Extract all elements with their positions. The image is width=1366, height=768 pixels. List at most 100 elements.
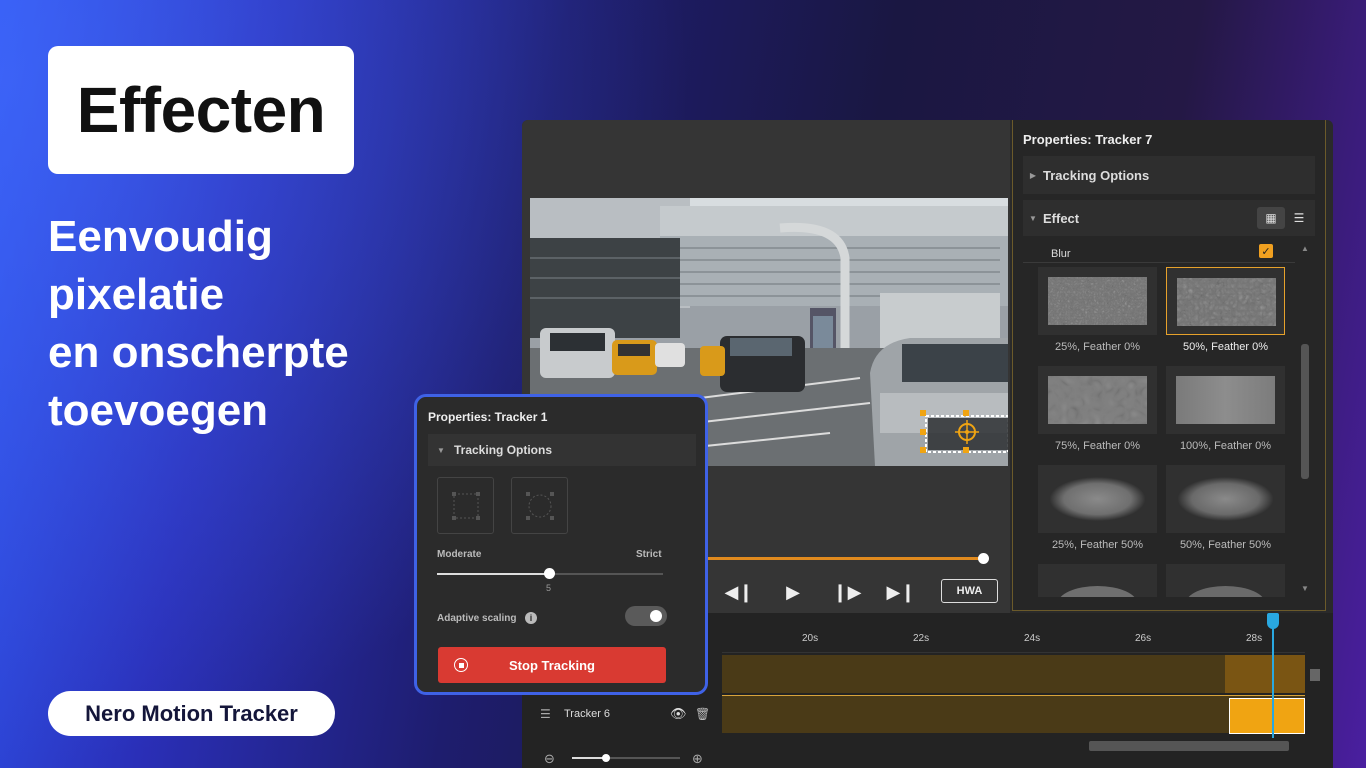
scroll-thumb[interactable] xyxy=(1310,669,1320,681)
scroll-thumb[interactable] xyxy=(1301,344,1309,479)
properties-title: Properties: Tracker 7 xyxy=(1023,132,1153,147)
stop-tracking-label: Stop Tracking xyxy=(509,657,595,673)
stop-icon xyxy=(454,658,468,672)
effect-presets-grid: 25%, Feather 0% 50%, Feather 0% 75%, Fea… xyxy=(1023,267,1293,597)
hero-subtitle: Eenvoudig pixelatie en onscherpte toevoe… xyxy=(48,208,408,440)
preset-tile[interactable] xyxy=(1166,366,1285,434)
track-clip[interactable] xyxy=(1225,655,1305,693)
hero-subtitle-line: toevoegen xyxy=(48,386,269,435)
playhead[interactable] xyxy=(1272,613,1274,738)
tick-label: 20s xyxy=(802,633,819,644)
preset-tile[interactable] xyxy=(1038,465,1157,533)
track-lane[interactable] xyxy=(722,695,1305,734)
hero-subtitle-line: pixelatie xyxy=(48,270,225,319)
hwa-button[interactable]: HWA xyxy=(941,579,998,603)
hero-subtitle-line: en onscherpte xyxy=(48,328,349,377)
strictness-value: 5 xyxy=(546,583,552,593)
preset-tile[interactable] xyxy=(1166,564,1285,597)
presets-scrollbar[interactable]: ▲ ▼ xyxy=(1299,244,1311,596)
tracking-options-section[interactable]: ▼ Tracking Options xyxy=(428,434,696,466)
zoom-out-icon[interactable]: ⊖ xyxy=(544,751,555,767)
preset-caption: 25%, Feather 50% xyxy=(1051,539,1144,551)
scroll-up-icon[interactable]: ▲ xyxy=(1301,244,1309,253)
blur-checkbox[interactable]: ✓ xyxy=(1259,244,1273,258)
trash-icon[interactable]: 🗑 xyxy=(695,707,710,721)
adaptive-scaling-toggle[interactable] xyxy=(625,606,667,626)
preset-tile[interactable] xyxy=(1038,267,1157,335)
effect-label: Effect xyxy=(1043,210,1080,226)
effect-section[interactable]: ▼ Effect ▦ ☰ xyxy=(1023,200,1315,236)
zoom-in-icon[interactable]: ⊕ xyxy=(692,751,703,767)
toggle-knob xyxy=(650,610,662,622)
play-icon[interactable]: ▶ xyxy=(766,580,820,604)
track-row-tracker6[interactable]: ☰ Tracker 6 👁 🗑 xyxy=(540,701,716,727)
preset-tile[interactable] xyxy=(1166,465,1285,533)
preset-tile-selected[interactable] xyxy=(1166,267,1285,335)
preset-preview-image xyxy=(1060,586,1135,597)
preset-caption: 25%, Feather 0% xyxy=(1055,341,1140,353)
preset-caption: 50%, Feather 0% xyxy=(1183,341,1268,353)
drag-handle-icon[interactable]: ☰ xyxy=(540,707,564,721)
step-back-icon[interactable]: ◀❙ xyxy=(712,580,766,604)
view-toggle: ▦ ☰ xyxy=(1257,207,1313,229)
tick-label: 24s xyxy=(1024,633,1041,644)
blur-label: Blur xyxy=(1051,248,1071,260)
brand-name: Nero Motion Tracker xyxy=(85,700,298,726)
preset-preview-image xyxy=(1048,277,1147,325)
timeline-vertical-scrollbar[interactable] xyxy=(1308,655,1322,733)
grid-view-icon[interactable]: ▦ xyxy=(1257,207,1285,229)
tracking-options-label: Tracking Options xyxy=(454,443,553,457)
moderate-label: Moderate xyxy=(437,549,482,560)
tick-label: 22s xyxy=(913,633,930,644)
strictness-slider-knob[interactable] xyxy=(544,568,555,579)
strictness-slider-fill xyxy=(437,573,550,575)
preset-preview-image xyxy=(1176,376,1275,424)
properties-panel-tracker1: Properties: Tracker 1 ▼ Tracking Options… xyxy=(414,394,708,695)
hero-title-box: Effecten xyxy=(48,46,354,174)
playback-progress-bar[interactable] xyxy=(707,557,987,560)
timeline-ruler[interactable]: 20s 22s 24s 26s 28s xyxy=(722,613,1305,653)
brand-pill: Nero Motion Tracker xyxy=(48,691,335,736)
timeline-horizontal-scrollbar[interactable] xyxy=(732,740,1305,751)
track-label: Tracker 6 xyxy=(564,708,611,720)
tick-label: 26s xyxy=(1135,633,1152,644)
tracking-options-label: Tracking Options xyxy=(1043,167,1150,183)
adaptive-scaling-label: Adaptive scaling xyxy=(437,613,517,624)
eye-icon[interactable]: 👁 xyxy=(670,706,687,722)
square-mode-icon[interactable] xyxy=(437,477,494,534)
preset-tile[interactable] xyxy=(1038,564,1157,597)
scroll-down-icon[interactable]: ▼ xyxy=(1301,584,1309,593)
stop-tracking-button[interactable]: Stop Tracking xyxy=(438,647,666,683)
preset-tile[interactable] xyxy=(1038,366,1157,434)
preset-preview-image xyxy=(1049,477,1146,521)
scroll-thumb[interactable] xyxy=(1089,741,1289,751)
timeline-zoom: ⊖ ⊕ xyxy=(544,751,714,768)
zoom-slider-knob[interactable] xyxy=(602,754,610,762)
hero-title: Effecten xyxy=(76,74,326,146)
circle-mode-icon[interactable] xyxy=(511,477,568,534)
preset-preview-image xyxy=(1048,376,1147,424)
info-icon[interactable]: i xyxy=(525,612,537,624)
chevron-down-icon: ▼ xyxy=(437,445,445,455)
preset-preview-image xyxy=(1188,586,1263,597)
playback-progress-knob[interactable] xyxy=(978,553,989,564)
skip-to-end-icon[interactable]: ▶❙ xyxy=(874,580,928,604)
preset-caption: 100%, Feather 0% xyxy=(1179,440,1272,452)
track-lane[interactable] xyxy=(722,655,1305,693)
chevron-right-icon: ▶ xyxy=(1029,170,1037,180)
playhead-handle[interactable] xyxy=(1267,613,1279,629)
divider xyxy=(1023,262,1295,263)
strict-label: Strict xyxy=(636,549,662,560)
tick-label: 28s xyxy=(1246,633,1263,644)
preset-preview-image xyxy=(1177,477,1274,521)
hero-subtitle-line: Eenvoudig xyxy=(48,212,273,261)
list-settings-icon[interactable]: ☰ xyxy=(1285,207,1313,229)
preset-caption: 50%, Feather 50% xyxy=(1179,539,1272,551)
track-clip-selected[interactable] xyxy=(1229,698,1305,734)
preset-caption: 75%, Feather 0% xyxy=(1055,440,1140,452)
tracking-options-section[interactable]: ▶ Tracking Options xyxy=(1023,156,1315,194)
step-forward-icon[interactable]: ❙▶ xyxy=(820,580,874,604)
transport-controls: ◀❙ ▶ ❙▶ ▶❙ xyxy=(712,580,928,604)
properties-title: Properties: Tracker 1 xyxy=(428,410,548,424)
zoom-slider-fill xyxy=(572,757,606,759)
